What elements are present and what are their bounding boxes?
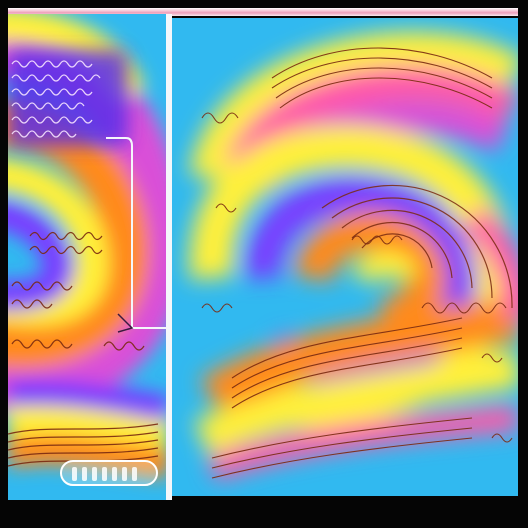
right-swirl-art xyxy=(172,18,518,496)
left-panel xyxy=(8,14,166,500)
right-panel xyxy=(172,18,518,496)
pill-slider-icon[interactable] xyxy=(60,460,158,486)
left-swirl-art xyxy=(8,14,166,500)
artwork-frame xyxy=(0,0,528,528)
